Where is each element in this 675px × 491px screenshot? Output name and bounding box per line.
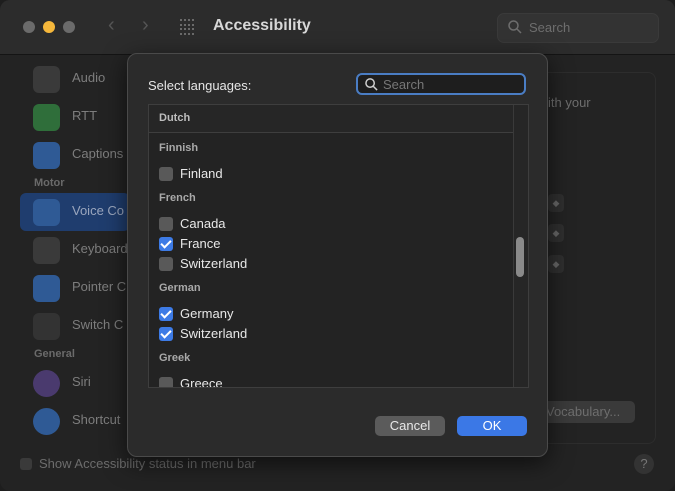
switch-control-icon [33,313,60,340]
option-label: Switzerland [180,326,248,341]
show-status-checkbox[interactable] [20,458,32,470]
greece-checkbox[interactable] [159,377,173,387]
sidebar-item-label: Audio [72,70,106,85]
show-all-grid-icon[interactable] [180,19,196,35]
show-status-label: Show Accessibility status in menu bar [39,456,256,471]
sidebar-item-voice-control[interactable]: Voice Co [20,193,130,231]
group-greek: Greek [159,352,191,364]
language-list: Dutch Finnish Finland French Canada Fran… [148,104,529,388]
search-icon [365,78,378,91]
select-languages-sheet: Select languages: Dutch Finnish Finland … [127,53,548,457]
keyboard-icon [33,237,60,264]
close-window-button[interactable] [23,21,35,33]
siri-icon [33,370,60,397]
group-french: French [159,192,196,204]
list-sticky-header: Dutch [149,105,513,133]
shortcut-icon [33,408,60,435]
sidebar-section-motor: Motor [34,177,65,189]
ok-button[interactable]: OK [457,416,527,436]
sidebar-item-label: Switch C [72,317,124,332]
sheet-title: Select languages: [148,78,252,93]
option-label: Canada [180,216,226,231]
help-button[interactable]: ? [634,454,654,474]
search-placeholder: Search [529,20,571,35]
preferences-search-field[interactable]: Search [497,13,659,43]
sidebar-item-label: Keyboard [72,241,128,256]
language-search-input[interactable] [383,76,521,92]
option-label: Finland [180,166,223,181]
background-description-text: ith your [548,95,591,110]
sidebar-item-audio[interactable]: Audio [20,60,130,98]
search-icon [508,20,522,34]
option-label: France [180,236,221,251]
sidebar-item-label: Siri [72,374,91,389]
sidebar-item-shortcut[interactable]: Shortcut [20,402,130,440]
group-finnish: Finnish [159,142,199,154]
scrollbar-thumb[interactable] [516,237,524,277]
sidebar-item-siri[interactable]: Siri [20,364,130,402]
sidebar: Audio RTT Captions Motor Voice Co Keyboa… [0,55,130,455]
switzerland-french-checkbox[interactable] [159,257,173,271]
minimize-window-button[interactable] [43,21,55,33]
sidebar-item-rtt[interactable]: RTT [20,98,130,136]
cancel-button[interactable]: Cancel [375,416,445,436]
option-label: Germany [180,306,234,321]
finland-checkbox[interactable] [159,167,173,181]
sidebar-item-captions[interactable]: Captions [20,136,130,174]
chevron-right-icon: › [142,14,149,36]
popup-stepper-icon[interactable]: ◆ [548,224,564,242]
vocabulary-button[interactable]: Vocabulary... [540,401,635,423]
sidebar-item-label: Captions [72,146,124,161]
captions-icon [33,142,60,169]
group-header-label: Dutch [159,112,191,124]
sidebar-item-pointer-control[interactable]: Pointer C [20,269,130,307]
pointer-icon [33,275,60,302]
accessibility-window: ‹ › Accessibility Search Audio RTT Capti… [0,0,675,491]
sidebar-item-label: RTT [72,108,98,123]
language-search-field[interactable] [356,73,526,95]
sidebar-item-label: Shortcut [72,412,121,427]
audio-icon [33,66,60,93]
window-title: Accessibility [213,17,311,34]
popup-stepper-icon[interactable]: ◆ [548,255,564,273]
sidebar-item-label: Voice Co [72,203,125,218]
chevron-left-icon: ‹ [108,14,115,36]
rtt-icon [33,104,60,131]
option-label: Greece [180,376,223,388]
germany-checkbox[interactable] [159,307,173,321]
france-checkbox[interactable] [159,237,173,251]
back-button[interactable]: ‹ [108,14,115,37]
forward-button[interactable]: › [142,14,149,37]
voice-control-icon [33,199,60,226]
sidebar-item-keyboard[interactable]: Keyboard [20,231,130,269]
sidebar-item-switch-control[interactable]: Switch C [20,307,130,345]
option-label: Switzerland [180,256,248,271]
canada-checkbox[interactable] [159,217,173,231]
switzerland-german-checkbox[interactable] [159,327,173,341]
title-bar: ‹ › Accessibility Search [0,0,675,55]
sidebar-section-general: General [34,348,75,360]
zoom-window-button[interactable] [63,21,75,33]
sidebar-item-label: Pointer C [72,279,127,294]
group-german: German [159,282,201,294]
popup-stepper-icon[interactable]: ◆ [548,194,564,212]
